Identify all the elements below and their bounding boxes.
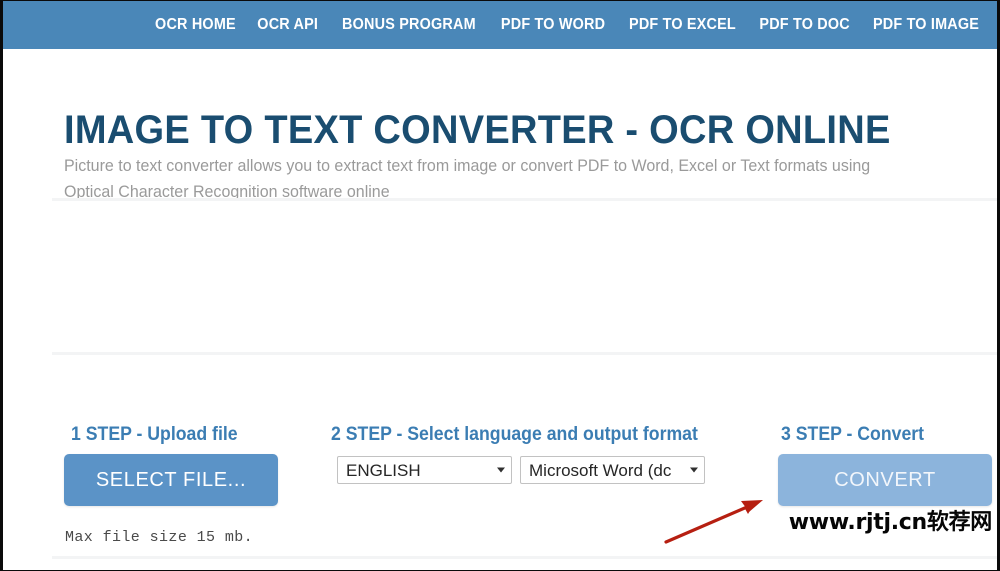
max-file-size-note: Max file size 15 mb. — [65, 529, 254, 546]
ocr-online-page: OCR HOME OCR API BONUS PROGRAM PDF TO WO… — [0, 0, 1000, 571]
divider-top — [52, 198, 997, 201]
nav-ocr-api[interactable]: OCR API — [250, 12, 326, 38]
convert-button[interactable]: CONVERT — [778, 454, 992, 506]
step-1-heading: 1 STEP - Upload file — [71, 424, 238, 445]
nav-bonus-program[interactable]: BONUS PROGRAM — [334, 12, 483, 38]
page-subtitle: Picture to text converter allows you to … — [64, 156, 871, 201]
page-content: IMAGE TO TEXT CONVERTER - OCR ONLINE Pic… — [6, 49, 997, 570]
nav-pdf-to-image[interactable]: PDF TO IMAGE — [865, 12, 986, 38]
select-file-button[interactable]: SELECT FILE... — [64, 454, 278, 506]
language-select[interactable]: ENGLISH — [337, 456, 512, 484]
output-format-select[interactable]: Microsoft Word (dc — [520, 456, 705, 484]
main-navigation-bar: OCR HOME OCR API BONUS PROGRAM PDF TO WO… — [3, 1, 997, 49]
step-2-heading: 2 STEP - Select language and output form… — [331, 424, 698, 445]
output-format-select-value: Microsoft Word (dc — [529, 461, 672, 480]
language-select-value: ENGLISH — [346, 461, 421, 480]
page-title: IMAGE TO TEXT CONVERTER - OCR ONLINE — [64, 107, 891, 152]
step-3-heading: 3 STEP - Convert — [781, 424, 925, 445]
divider-middle — [52, 352, 997, 355]
site-watermark: www.rjtj.cn软荐网 — [788, 510, 993, 535]
divider-bottom — [52, 556, 997, 559]
nav-pdf-to-doc[interactable]: PDF TO DOC — [752, 12, 857, 38]
nav-ocr-home[interactable]: OCR HOME — [148, 12, 244, 38]
chevron-down-icon — [497, 467, 505, 473]
nav-pdf-to-excel[interactable]: PDF TO EXCEL — [621, 12, 743, 38]
embedded-content-slot — [52, 203, 997, 350]
nav-pdf-to-word[interactable]: PDF TO WORD — [493, 12, 612, 38]
chevron-down-icon — [690, 467, 698, 473]
